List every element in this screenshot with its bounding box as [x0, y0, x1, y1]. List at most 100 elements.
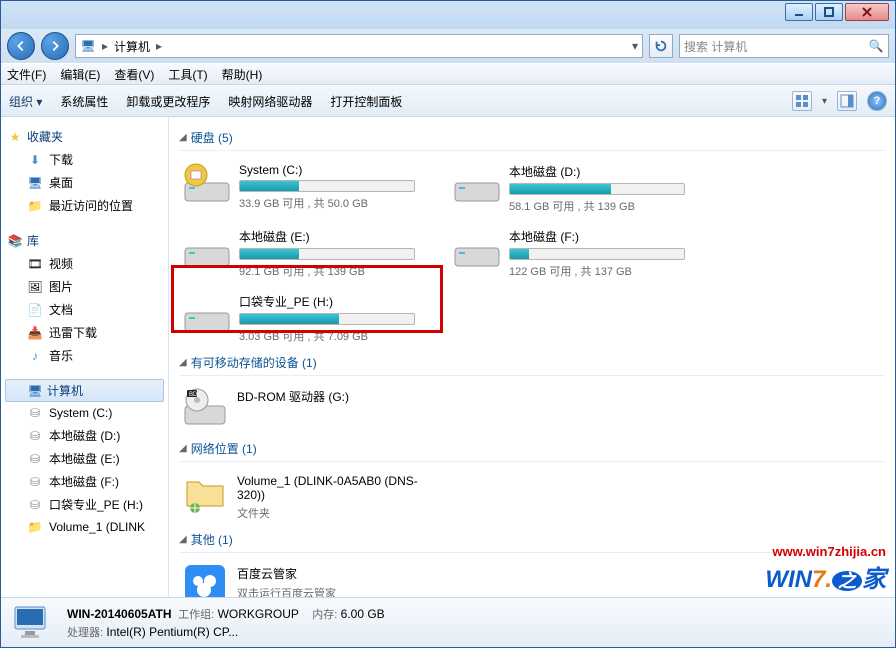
view-dropdown[interactable]: ▾: [822, 96, 827, 107]
drive-icon: ⛁: [27, 497, 43, 513]
network-folder-icon: [183, 472, 227, 516]
nav-row: 🖥 ▸ 计算机 ▸ ▾ 搜索 计算机 🔍: [1, 29, 895, 63]
menu-tools[interactable]: 工具(T): [168, 66, 207, 83]
hostname: WIN-20140605ATH: [67, 607, 171, 621]
recent-icon: 📁: [27, 198, 43, 214]
documents-icon: 📄: [27, 302, 43, 318]
sidebar-item[interactable]: ⛁口袋专业_PE (H:): [5, 493, 164, 516]
pictures-icon: 🖼: [27, 279, 43, 295]
sidebar-item[interactable]: 📁最近访问的位置: [5, 194, 164, 217]
sidebar-item[interactable]: 📁Volume_1 (DLINK: [5, 516, 164, 538]
usage-bar: [239, 313, 415, 325]
search-icon: 🔍: [868, 38, 884, 54]
collapse-icon: ◢: [179, 357, 187, 368]
baidu-icon: [183, 563, 227, 597]
folder-icon: 📁: [27, 519, 43, 535]
status-bar: WIN-20140605ATH 工作组: WORKGROUP 内存: 6.00 …: [1, 597, 895, 647]
help-button[interactable]: ?: [867, 91, 887, 111]
drive-icon: ⛁: [27, 451, 43, 467]
sidebar-item[interactable]: ♪音乐: [5, 344, 164, 367]
drive-icon: [183, 161, 231, 205]
drive-c[interactable]: System (C:)33.9 GB 可用 , 共 50.0 GB: [179, 157, 419, 218]
drive-e[interactable]: 本地磁盘 (E:)92.1 GB 可用 , 共 139 GB: [179, 222, 419, 283]
drive-icon: [453, 226, 501, 270]
forward-button[interactable]: [41, 32, 69, 60]
sidebar-item[interactable]: ⛁本地磁盘 (E:): [5, 447, 164, 470]
drive-f[interactable]: 本地磁盘 (F:)122 GB 可用 , 共 137 GB: [449, 222, 689, 283]
drive-icon: ⛁: [27, 428, 43, 444]
collapse-icon: ◢: [179, 534, 187, 545]
search-placeholder: 搜索 计算机: [684, 38, 747, 55]
menu-edit[interactable]: 编辑(E): [60, 66, 100, 83]
category-hdd[interactable]: ◢硬盘 (5): [179, 123, 885, 151]
computer-icon: 🖥: [27, 383, 43, 399]
map-network-button[interactable]: 映射网络驱动器: [228, 93, 312, 110]
collapse-icon: ◢: [179, 132, 187, 143]
main-content: ◢硬盘 (5) System (C:)33.9 GB 可用 , 共 50.0 G…: [169, 117, 895, 597]
breadcrumb-sep: ▸: [102, 39, 108, 53]
baidu-cloud[interactable]: 百度云管家双击运行百度云管家: [179, 559, 439, 597]
preview-pane-button[interactable]: [837, 91, 857, 111]
computer-icon: 🖥: [80, 38, 96, 54]
maximize-button[interactable]: [815, 3, 843, 21]
sidebar: ★收藏夹 ⬇下载 🖥桌面 📁最近访问的位置 📚库 🎞视频 🖼图片 📄文档 📥迅雷…: [1, 117, 169, 597]
category-removable[interactable]: ◢有可移动存储的设备 (1): [179, 348, 885, 376]
computer-header[interactable]: 🖥计算机: [5, 379, 164, 402]
sidebar-item[interactable]: 🖼图片: [5, 275, 164, 298]
thunder-icon: 📥: [27, 325, 43, 341]
titlebar: [1, 1, 895, 29]
favorites-header[interactable]: ★收藏夹: [5, 125, 164, 148]
drive-h[interactable]: 口袋专业_PE (H:)3.03 GB 可用 , 共 7.09 GB: [179, 287, 419, 348]
drive-icon: [453, 161, 501, 205]
breadcrumb-text[interactable]: 计算机: [114, 38, 150, 55]
control-panel-button[interactable]: 打开控制面板: [330, 93, 402, 110]
toolbar: 组织 ▾ 系统属性 卸载或更改程序 映射网络驱动器 打开控制面板 ▾ ?: [1, 85, 895, 117]
sidebar-item[interactable]: ⬇下载: [5, 148, 164, 171]
drive-d[interactable]: 本地磁盘 (D:)58.1 GB 可用 , 共 139 GB: [449, 157, 689, 218]
category-other[interactable]: ◢其他 (1): [179, 525, 885, 553]
dropdown-icon[interactable]: ▾: [632, 39, 638, 53]
usage-bar: [509, 183, 685, 195]
computer-icon: [11, 601, 55, 645]
address-bar[interactable]: 🖥 ▸ 计算机 ▸ ▾: [75, 34, 643, 58]
star-icon: ★: [7, 129, 23, 145]
libraries-header[interactable]: 📚库: [5, 229, 164, 252]
sidebar-item[interactable]: 📥迅雷下载: [5, 321, 164, 344]
usage-bar: [239, 180, 415, 192]
network-volume[interactable]: Volume_1 (DLINK-0A5AB0 (DNS-320))文件夹: [179, 468, 439, 525]
sidebar-item[interactable]: 🖥桌面: [5, 171, 164, 194]
drive-icon: ⛁: [27, 405, 43, 421]
view-button[interactable]: [792, 91, 812, 111]
search-input[interactable]: 搜索 计算机 🔍: [679, 34, 889, 58]
download-icon: ⬇: [27, 152, 43, 168]
svg-text:BD: BD: [189, 392, 198, 398]
drive-icon: [183, 291, 231, 335]
drive-icon: ⛁: [27, 474, 43, 490]
close-button[interactable]: [845, 3, 889, 21]
uninstall-button[interactable]: 卸载或更改程序: [126, 93, 210, 110]
sidebar-item[interactable]: ⛁本地磁盘 (D:): [5, 424, 164, 447]
usage-bar: [239, 248, 415, 260]
bdrom-drive[interactable]: BD BD-ROM 驱动器 (G:): [179, 382, 439, 434]
library-icon: 📚: [7, 233, 23, 249]
usage-bar: [509, 248, 685, 260]
back-button[interactable]: [7, 32, 35, 60]
sidebar-item[interactable]: 📄文档: [5, 298, 164, 321]
organize-button[interactable]: 组织 ▾: [9, 93, 42, 110]
minimize-button[interactable]: [785, 3, 813, 21]
optical-drive-icon: BD: [183, 386, 227, 430]
menu-view[interactable]: 查看(V): [114, 66, 154, 83]
sidebar-item[interactable]: ⛁本地磁盘 (F:): [5, 470, 164, 493]
menu-bar: 文件(F) 编辑(E) 查看(V) 工具(T) 帮助(H): [1, 63, 895, 85]
music-icon: ♪: [27, 348, 43, 364]
menu-help[interactable]: 帮助(H): [222, 66, 263, 83]
menu-file[interactable]: 文件(F): [7, 66, 46, 83]
refresh-button[interactable]: [649, 34, 673, 58]
video-icon: 🎞: [27, 256, 43, 272]
sidebar-item[interactable]: ⛁System (C:): [5, 402, 164, 424]
desktop-icon: 🖥: [27, 175, 43, 191]
category-network[interactable]: ◢网络位置 (1): [179, 434, 885, 462]
breadcrumb-sep: ▸: [156, 39, 162, 53]
system-properties-button[interactable]: 系统属性: [60, 93, 108, 110]
sidebar-item[interactable]: 🎞视频: [5, 252, 164, 275]
